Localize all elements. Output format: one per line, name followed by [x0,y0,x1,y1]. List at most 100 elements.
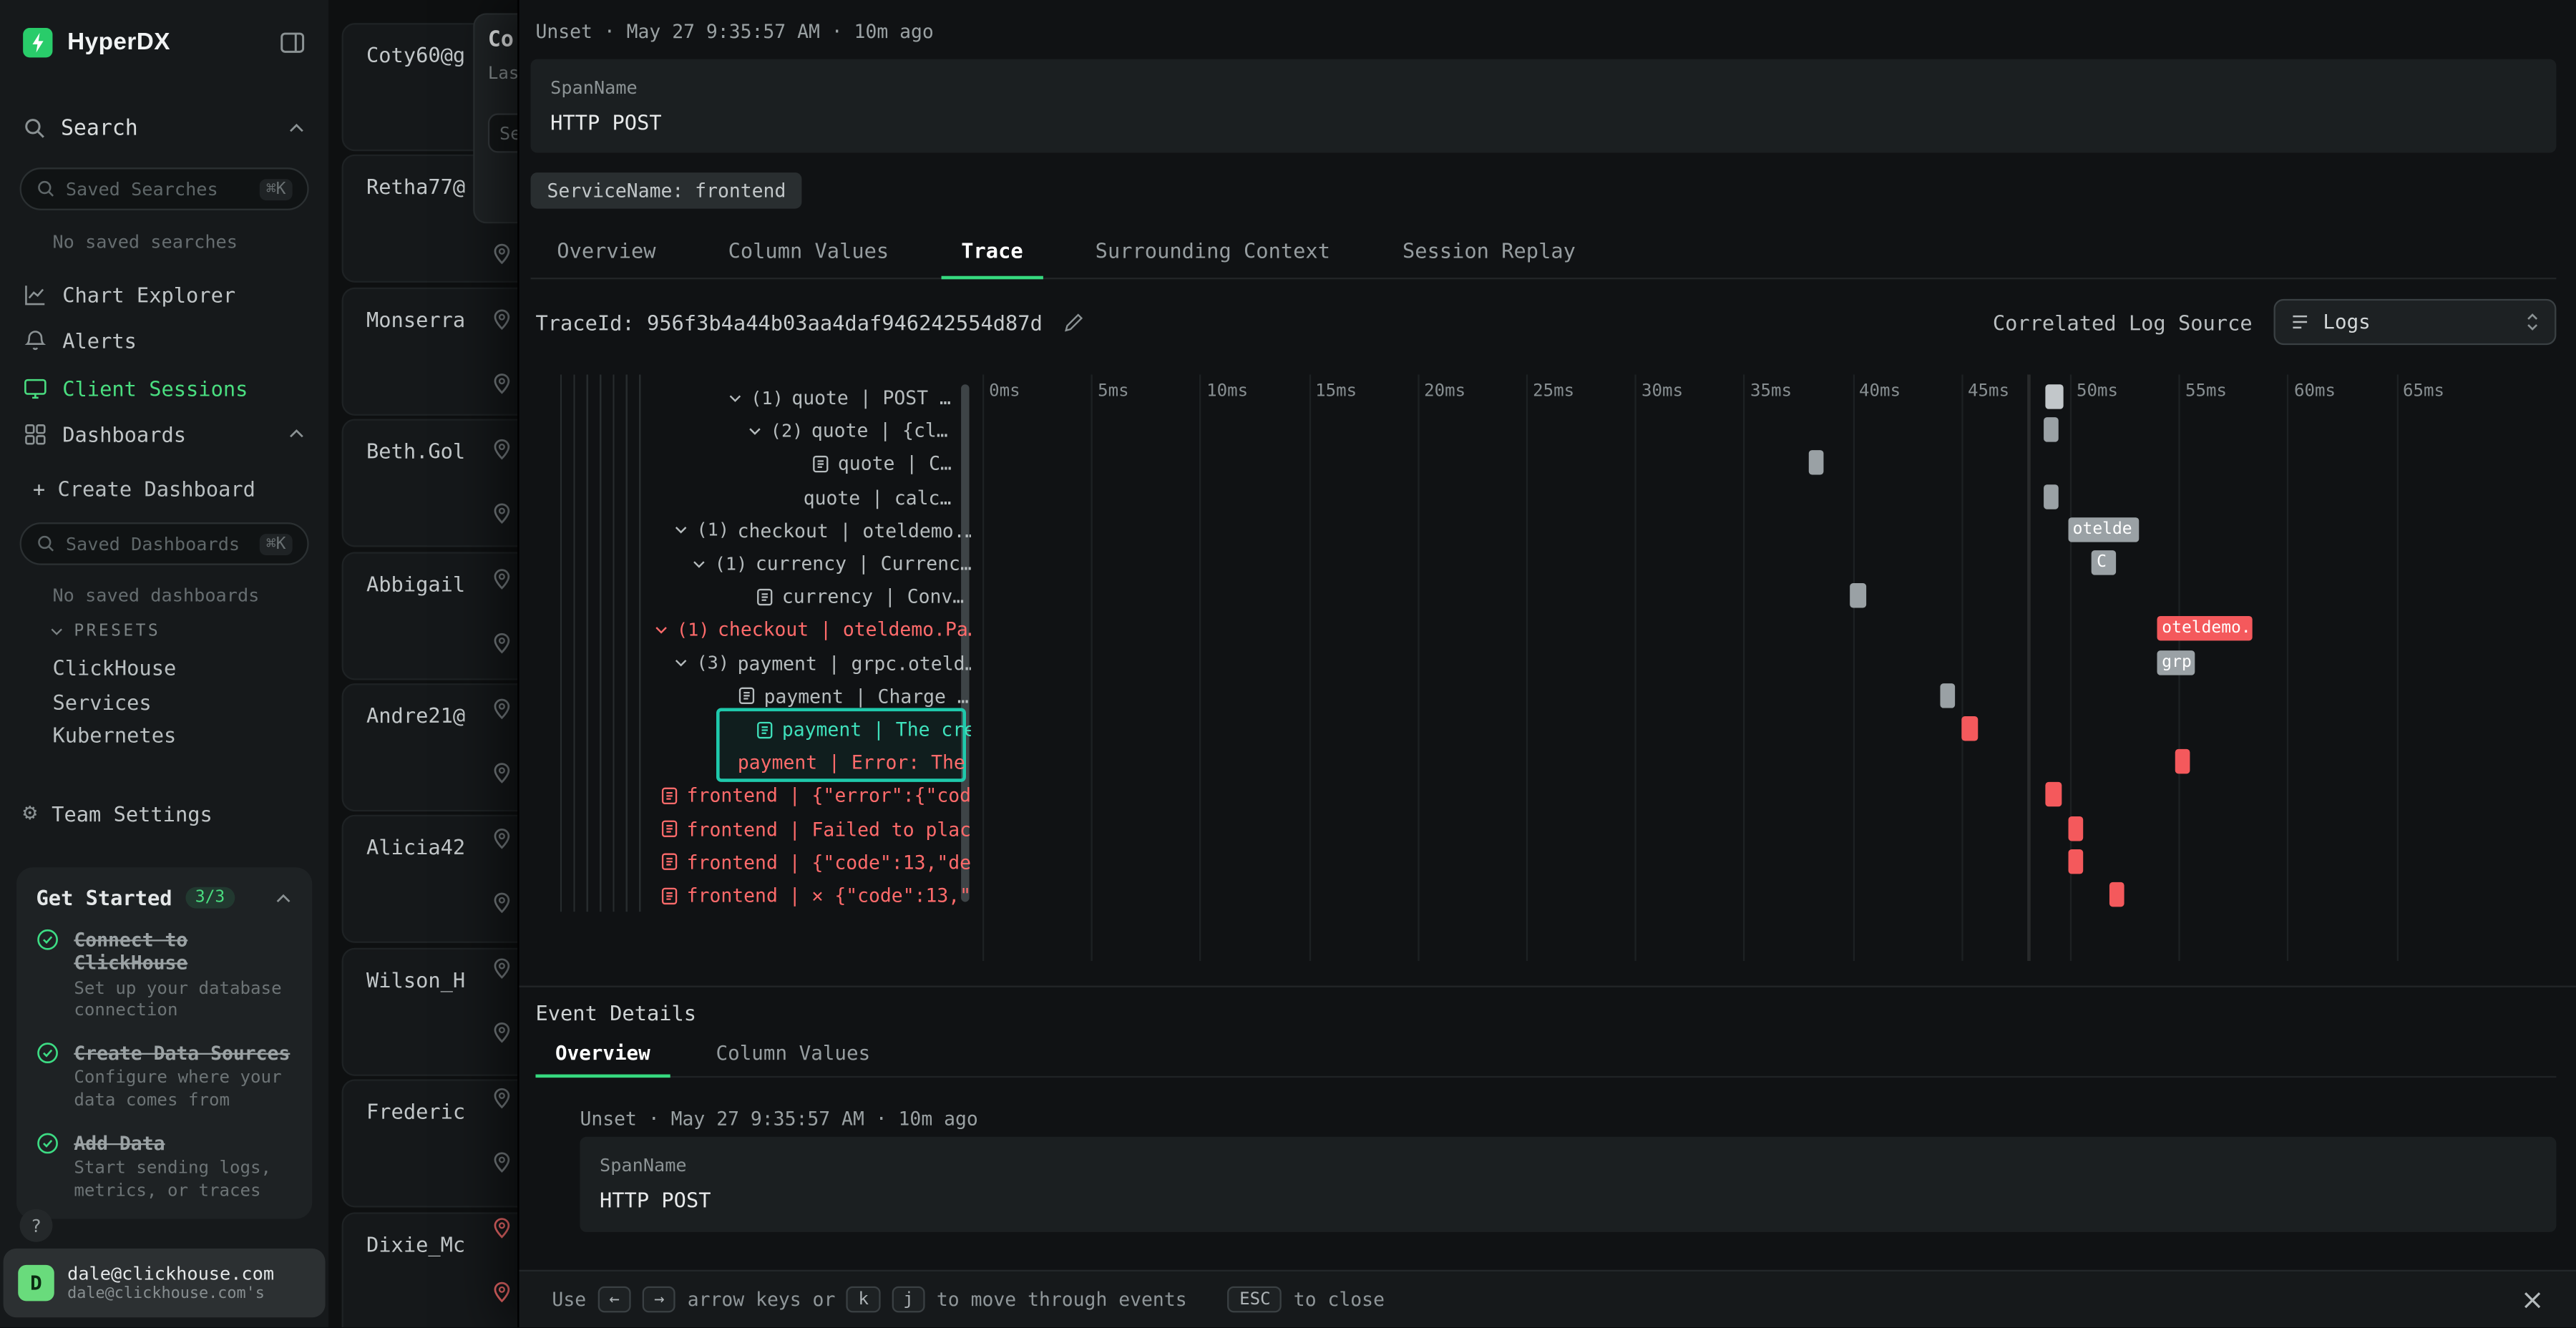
user-menu[interactable]: D dale@clickhouse.com dale@clickhouse.co… [4,1249,326,1317]
chevron-down-icon[interactable] [728,392,743,404]
map-pin-icon[interactable] [493,1087,511,1108]
sidebar-item-dashboards[interactable]: Dashboards [0,412,328,455]
trace-span-bar[interactable] [1850,583,1865,607]
tab-overview[interactable]: Overview [535,1032,670,1078]
get-started-items: Connect to ClickHouseSet up your databas… [36,928,293,1203]
saved-dashboards-field[interactable] [66,533,250,555]
map-pin-icon[interactable] [493,243,511,265]
session-card[interactable]: Dixie_Mc [342,1211,518,1327]
map-pin-icon[interactable] [493,698,511,719]
trace-tree-row[interactable]: (1)currency | Currenc… [555,547,971,580]
map-pin-icon[interactable] [493,1216,511,1238]
trace-tree-row[interactable]: quote | calc… [555,481,971,514]
trace-span-bar[interactable]: C [2092,550,2117,575]
get-started-header[interactable]: Get Started 3/3 [36,885,293,909]
service-name-chip[interactable]: ServiceName: frontend [531,172,803,209]
trace-span-bar[interactable]: otelde [2068,517,2140,542]
sidebar-item-chart-explorer[interactable]: Chart Explorer [0,273,328,316]
session-search-field[interactable] [499,122,517,144]
trace-span-bar[interactable] [2175,749,2191,773]
edit-pencil-icon[interactable] [1062,311,1083,333]
trace-span-bar[interactable] [2044,484,2059,508]
tab-column-values[interactable]: Column Values [696,1032,890,1076]
trace-span-bar[interactable] [2068,816,2083,840]
shortcut-badge: ⌘K [260,178,293,200]
map-pin-icon[interactable] [493,373,511,394]
map-pin-icon[interactable] [493,308,511,329]
close-icon[interactable] [2522,1289,2543,1310]
map-pin-icon[interactable] [493,957,511,978]
sidebar-item-alerts[interactable]: Alerts [0,318,328,361]
map-pin-icon[interactable] [493,438,511,459]
presets-header[interactable]: PRESETS [49,622,160,640]
sidebar-collapse-icon[interactable] [279,29,306,56]
chevron-down-icon[interactable] [692,557,707,569]
sidebar-item-preset-services[interactable]: Services [52,689,151,713]
trace-span-bar[interactable] [2044,418,2059,442]
help-button[interactable]: ? [20,1209,53,1242]
tab-column-values[interactable]: Column Values [708,223,909,278]
trace-span-bar[interactable] [2046,384,2063,409]
session-search-input[interactable] [488,113,517,152]
map-pin-icon[interactable] [493,503,511,524]
get-started-item[interactable]: Add DataStart sending logs, metrics, or … [36,1131,293,1203]
trace-tree-row[interactable]: payment | Error: The … [555,746,971,779]
map-pin-icon[interactable] [493,827,511,849]
trace-span-bar[interactable] [2068,849,2083,874]
map-pin-icon[interactable] [493,762,511,783]
trace-span-bar[interactable]: grp [2157,650,2195,674]
trace-span-bar[interactable] [1939,683,1954,708]
trace-tree-row[interactable]: (1)quote | POST … [555,381,971,414]
tab-surrounding-context[interactable]: Surrounding Context [1075,223,1350,278]
session-card[interactable]: Monserra [342,287,518,415]
get-started-item[interactable]: Connect to ClickHouseSet up your databas… [36,928,293,1023]
trace-tree-row[interactable]: currency | Conv… [555,580,971,613]
trace-tree-row[interactable]: frontend | {"error":{"code… [555,779,971,812]
trace-tree-row[interactable]: payment | The cre… [555,713,971,746]
session-card[interactable]: Andre21@ [342,683,518,811]
sidebar-item-preset-clickhouse[interactable]: ClickHouse [52,655,176,680]
trace-tree-row[interactable]: (1)checkout | oteldemo.Pa… [555,613,971,646]
trace-span-bar[interactable] [2109,882,2124,907]
trace-tree-row[interactable]: payment | Charge … [555,680,971,713]
trace-span-bar[interactable] [2046,783,2061,807]
chevron-down-icon[interactable] [673,658,688,669]
trace-tree-row[interactable]: (2)quote | {cl… [555,414,971,447]
session-card[interactable]: Abbigail [342,551,518,679]
sidebar-item-client-sessions[interactable]: Client Sessions [0,366,328,409]
map-pin-icon[interactable] [493,1151,511,1173]
saved-searches-input[interactable]: ⌘K [20,167,309,210]
trace-tree-row[interactable]: (3)payment | grpc.oteld… [555,647,971,680]
sidebar-item-team-settings[interactable]: ⚙ Team Settings [0,792,328,835]
saved-searches-field[interactable] [66,178,250,200]
trace-span-bar[interactable]: oteldemo. [2157,617,2253,641]
map-pin-icon[interactable] [493,1022,511,1043]
trace-tree-row[interactable]: frontend | {"code":13,"det… [555,846,971,879]
session-card[interactable]: Wilson_H [342,947,518,1075]
trace-tree-row[interactable]: (1)checkout | oteldemo.… [555,514,971,547]
get-started-item[interactable]: Create Data SourcesConfigure where your … [36,1042,293,1113]
sidebar-item-preset-kubernetes[interactable]: Kubernetes [52,723,176,747]
map-pin-icon[interactable] [493,892,511,914]
map-pin-icon[interactable] [493,633,511,654]
trace-tree-row[interactable]: quote | C… [555,447,971,480]
trace-tree-row[interactable]: frontend | ✕ {"code":13,"d… [555,879,971,912]
chevron-down-icon[interactable] [748,425,763,436]
map-pin-icon[interactable] [493,1281,511,1303]
tab-trace[interactable]: Trace [942,223,1043,279]
chevron-down-icon[interactable] [673,524,688,536]
create-dashboard-button[interactable]: + Create Dashboard [33,477,255,501]
trace-tree-row[interactable]: frontend | Failed to place… [555,813,971,846]
log-source-select[interactable]: Logs [2274,299,2557,345]
trace-span-bar[interactable] [1809,451,1824,475]
session-card[interactable]: Beth.Gol [342,419,518,547]
chevron-down-icon[interactable] [654,624,669,635]
session-card[interactable]: Frederic [342,1080,518,1208]
session-card[interactable]: Alicia42 [342,816,518,944]
tab-session-replay[interactable]: Session Replay [1382,223,1595,278]
saved-dashboards-input[interactable]: ⌘K [20,522,309,565]
search-section-header[interactable]: Search [0,109,328,148]
trace-span-bar[interactable] [1961,716,1978,741]
tab-overview[interactable]: Overview [537,223,675,278]
map-pin-icon[interactable] [493,567,511,589]
